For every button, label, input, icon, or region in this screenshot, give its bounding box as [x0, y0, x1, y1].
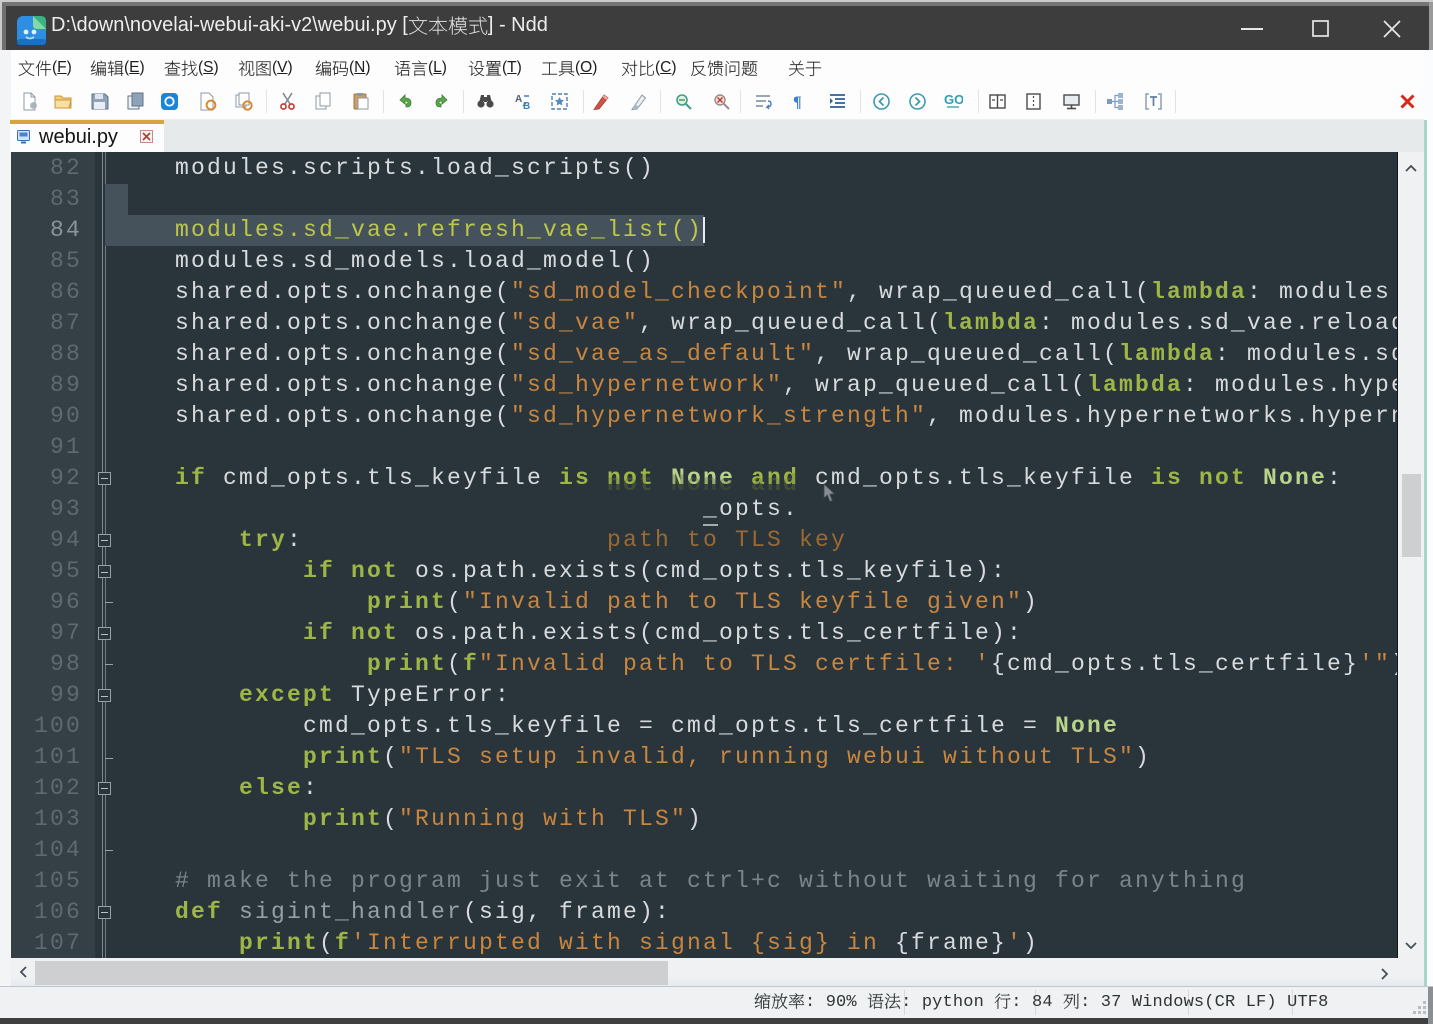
svg-text:¶: ¶ [793, 94, 802, 111]
svg-text:B: B [523, 101, 530, 111]
svg-text:A: A [515, 94, 522, 105]
svg-text:GO: GO [944, 92, 963, 107]
